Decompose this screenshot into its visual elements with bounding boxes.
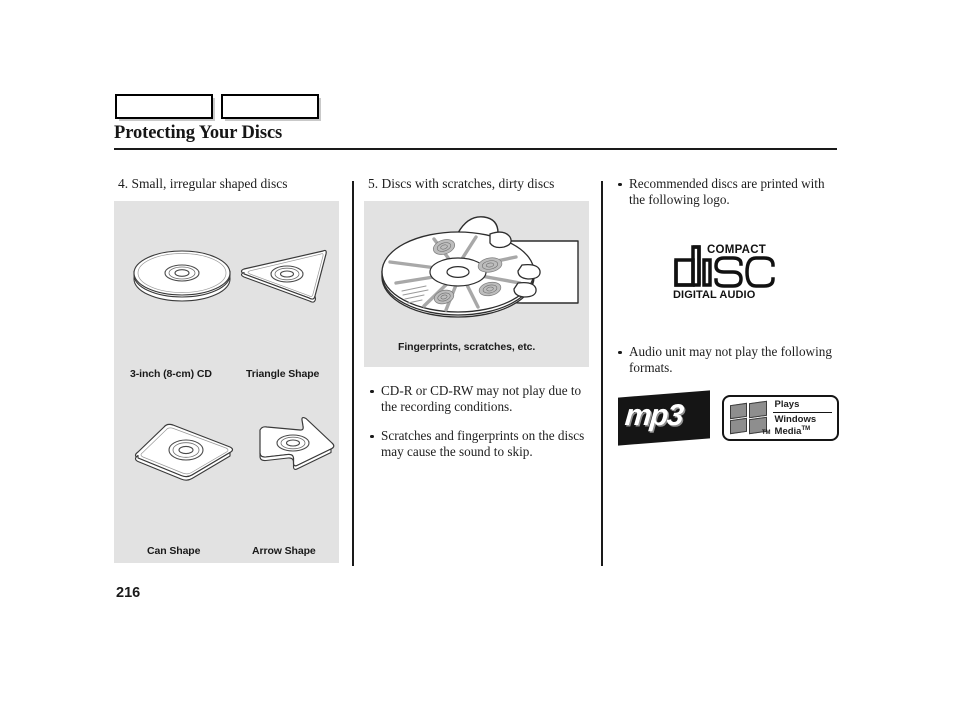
compact-disc-isometric-icon: [133, 250, 231, 302]
column-divider-1: [352, 181, 354, 566]
compact-disc-digital-audio-logo: COMPACT DIGITAL AUDIO: [671, 242, 781, 301]
column-divider-2: [601, 181, 603, 566]
arrow-shape-disc-isometric-icon: [259, 416, 335, 470]
mp3-logo-text: mp3: [623, 399, 684, 433]
format-logo-row: mp3 TM Plays Windows MediaTM: [618, 390, 839, 446]
header-tab-box-2[interactable]: [221, 94, 319, 119]
right-bullet-item-recommended: Recommended discs are printed with the f…: [616, 176, 834, 208]
can-shape-disc-isometric-icon: [134, 423, 234, 481]
windows-media-line2: Media: [774, 426, 802, 438]
figure-caption-can-shape: Can Shape: [147, 545, 201, 557]
windows-media-line1: Windows: [774, 414, 817, 426]
column-middle: 5. Discs with scratches, dirty discs Fin…: [364, 176, 596, 473]
figure-caption-arrow-shape: Arrow Shape: [252, 545, 316, 557]
right-bullet-item-formats: Audio unit may not play the following fo…: [616, 344, 834, 376]
middle-illustration-panel: Fingerprints, scratches, etc.: [364, 201, 589, 367]
cd-logo-svg: COMPACT DIGITAL AUDIO: [673, 244, 775, 301]
windows-flag-icon: TM: [729, 400, 771, 436]
figure-caption-3inch-cd: 3-inch (8-cm) CD: [130, 368, 212, 380]
windows-media-tm-mark: TM: [801, 426, 811, 433]
hand-holding-dirty-disc-icon: [381, 216, 579, 318]
middle-column-heading: 5. Discs with scratches, dirty discs: [368, 176, 555, 191]
mp3-logo: mp3: [618, 390, 710, 446]
header-tab-row: [115, 94, 319, 119]
manual-page: Protecting Your Discs 4. Small, irregula…: [0, 0, 954, 710]
page-title: Protecting Your Discs: [114, 123, 283, 143]
middle-bullet-list: CD-R or CD-RW may not play due to the re…: [368, 383, 590, 460]
cd-logo-compact-text: COMPACT: [707, 244, 766, 256]
windows-media-plays-text: Plays: [774, 398, 800, 410]
windows-flag-tm-mark: TM: [761, 429, 771, 436]
middle-bullet-item: CD-R or CD-RW may not play due to the re…: [368, 383, 590, 415]
column-right: Recommended discs are printed with the f…: [614, 176, 839, 446]
figure-caption-triangle-shape: Triangle Shape: [246, 368, 320, 380]
middle-bullet-item: Scratches and fingerprints on the discs …: [368, 428, 590, 460]
windows-media-text-block: Plays Windows MediaTM: [772, 398, 832, 438]
page-number: 216: [116, 585, 141, 601]
left-column-heading: 4. Small, irregular shaped discs: [118, 176, 288, 191]
left-illustration-panel: 3-inch (8-cm) CD Triangle Shape Can Shap…: [114, 201, 339, 563]
column-left: 4. Small, irregular shaped discs 3-inch …: [114, 176, 346, 563]
title-divider-rule: [114, 148, 837, 150]
windows-media-logo: TM Plays Windows MediaTM: [721, 395, 839, 442]
triangle-disc-isometric-icon: [240, 249, 327, 303]
header-tab-box-1[interactable]: [115, 94, 213, 119]
figure-caption-fingerprints: Fingerprints, scratches, etc.: [398, 341, 536, 353]
cd-logo-digital-audio-text: DIGITAL AUDIO: [673, 289, 756, 300]
right-bullet-list-2: Audio unit may not play the following fo…: [616, 344, 834, 376]
windows-media-name-text: Windows MediaTM: [773, 413, 832, 437]
right-bullet-list-1: Recommended discs are printed with the f…: [616, 176, 834, 208]
